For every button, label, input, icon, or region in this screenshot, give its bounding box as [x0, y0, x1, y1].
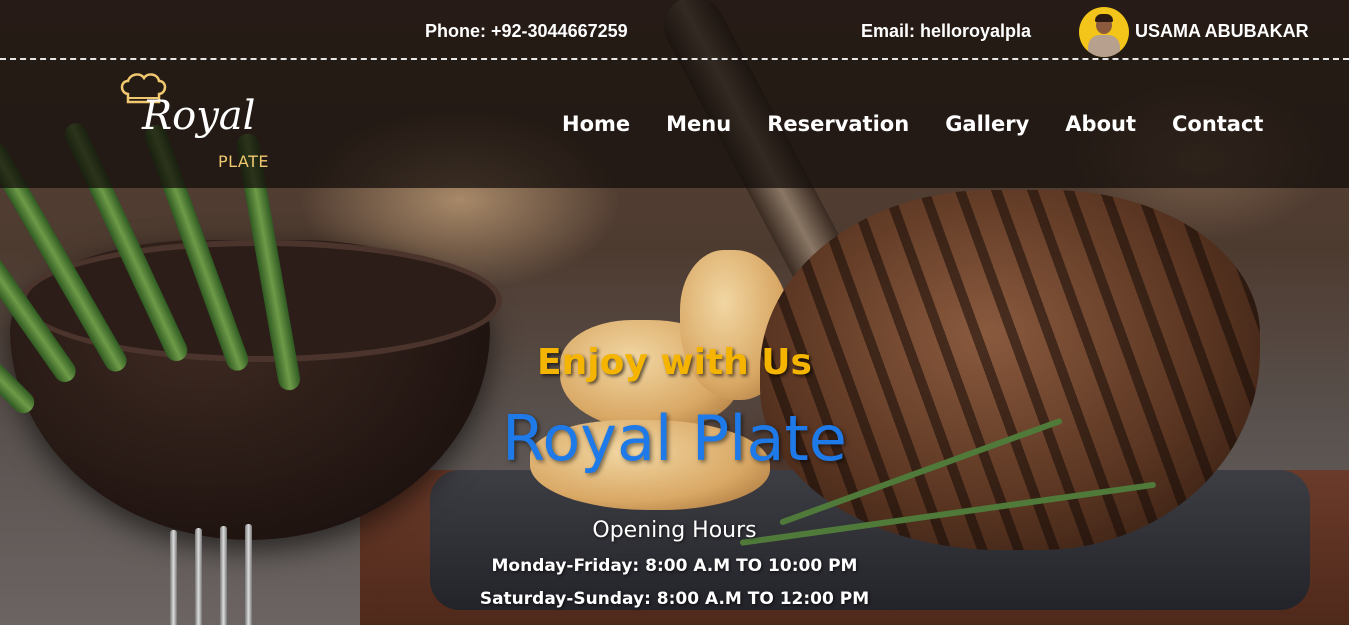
nav-menu[interactable]: Menu [666, 112, 731, 136]
phone-text: Phone: +92-3044667259 [425, 21, 628, 41]
nav-about[interactable]: About [1065, 112, 1136, 136]
opening-hours-weekend: Saturday-Sunday: 8:00 A.M TO 12:00 PM [479, 589, 870, 609]
username-text[interactable]: USAMA ABUBAKAR [1135, 21, 1309, 42]
nav-home[interactable]: Home [562, 112, 630, 136]
email-text: Email: helloroyalpla [861, 21, 1032, 41]
avatar[interactable] [1079, 7, 1129, 57]
main-nav: Home Menu Reservation Gallery About Cont… [562, 112, 1263, 136]
opening-hours-heading: Opening Hours [592, 518, 757, 543]
nav-contact[interactable]: Contact [1172, 112, 1264, 136]
opening-hours-weekdays: Monday-Friday: 8:00 A.M TO 10:00 PM [491, 556, 858, 576]
fork-tine-shape [170, 530, 177, 625]
avatar-shirt [1088, 35, 1120, 57]
avatar-hair [1095, 14, 1113, 22]
nav-reservation[interactable]: Reservation [767, 112, 909, 136]
page: Phone: +92-3044667259 Email: helloroyalp… [0, 0, 1349, 625]
site-logo[interactable]: Royal PLATE [118, 72, 278, 176]
logo-subtitle: PLATE [218, 152, 270, 171]
hero-title: Royal Plate [502, 402, 847, 475]
contact-topbar: Phone: +92-3044667259 Email: helloroyalp… [0, 0, 1349, 60]
logo-wordmark: Royal [142, 93, 256, 139]
hero-tagline: Enjoy with Us [537, 342, 812, 383]
nav-gallery[interactable]: Gallery [945, 112, 1029, 136]
site-header: Phone: +92-3044667259 Email: helloroyalp… [0, 0, 1349, 188]
